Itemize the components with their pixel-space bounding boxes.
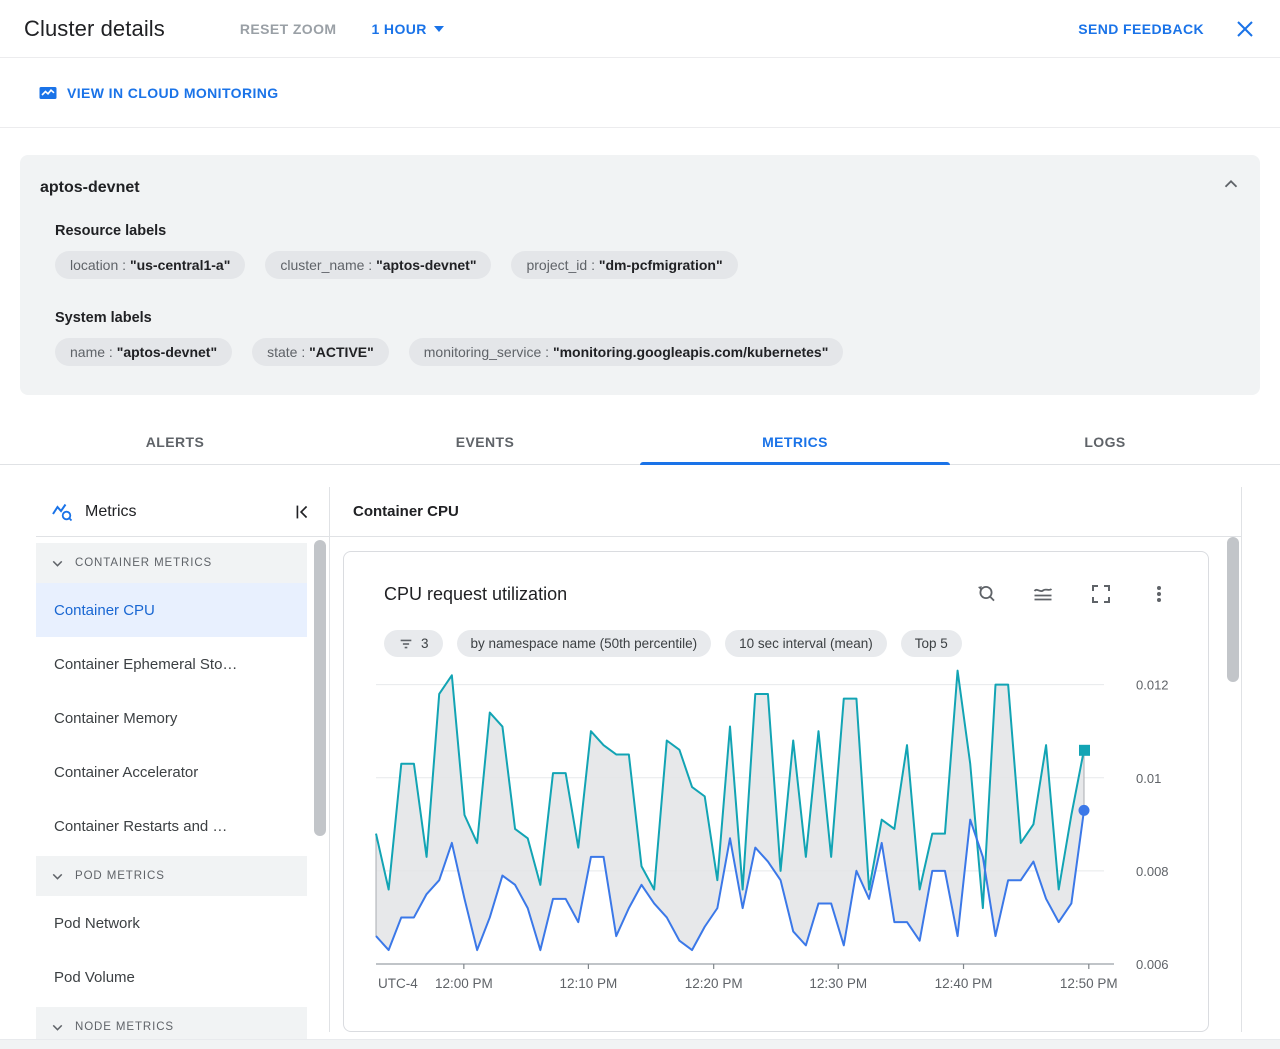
page-bottom-scrollbar[interactable] (0, 1039, 1280, 1049)
groupby-chip[interactable]: by namespace name (50th percentile) (456, 630, 712, 657)
filter-icon (400, 639, 412, 648)
reset-zoom-button[interactable]: RESET ZOOM (240, 21, 337, 37)
cluster-name: aptos-devnet (40, 179, 140, 196)
svg-text:UTC-4: UTC-4 (378, 976, 418, 991)
close-icon (1237, 20, 1253, 37)
sidebar-item-container-cpu[interactable]: Container CPU (36, 583, 307, 637)
metrics-content: Metrics CONTAINER METRICS Container CPU … (36, 487, 1242, 1047)
chart-card-header: CPU request utilization (384, 580, 1173, 608)
sidebar-title: Metrics (85, 502, 137, 520)
svg-text:12:30 PM: 12:30 PM (809, 976, 867, 991)
sidebar-item-pod-volume[interactable]: Pod Volume (36, 950, 307, 1004)
filter-count: 3 (421, 636, 429, 651)
send-feedback-button[interactable]: SEND FEEDBACK (1078, 21, 1204, 37)
section-label: CONTAINER METRICS (75, 557, 213, 569)
svg-text:12:50 PM: 12:50 PM (1060, 976, 1118, 991)
cluster-labels-card: aptos-devnet Resource labels location : … (20, 155, 1260, 395)
caret-down-icon (433, 25, 444, 32)
resource-labels-row: location : "us-central1-a" cluster_name … (55, 251, 738, 279)
main-scrollbar[interactable] (1227, 537, 1239, 682)
interval-chip[interactable]: 10 sec interval (mean) (725, 630, 887, 657)
sidebar-item-container-ephemeral-storage[interactable]: Container Ephemeral Sto… (36, 637, 307, 691)
tab-events[interactable]: EVENTS (330, 420, 640, 464)
svg-text:0.008: 0.008 (1136, 864, 1169, 879)
sidebar-scrollbar[interactable] (314, 540, 326, 836)
section-pod-metrics[interactable]: POD METRICS (36, 856, 307, 896)
metric-panel: Container CPU CPU request utilization 3 … (330, 487, 1242, 1032)
area-chart-icon (1033, 588, 1053, 601)
topbar: Cluster details RESET ZOOM 1 HOUR SEND F… (0, 0, 1280, 58)
close-button[interactable] (1234, 18, 1256, 40)
label-chip: location : "us-central1-a" (55, 251, 246, 279)
more-vert-icon (1157, 586, 1161, 602)
label-chip: project_id : "dm-pcfmigration" (511, 251, 738, 279)
section-container-metrics[interactable]: CONTAINER METRICS (36, 543, 307, 583)
zoom-reset-icon (978, 586, 995, 602)
collapse-panel-icon (296, 505, 308, 518)
top5-chip[interactable]: Top 5 (900, 630, 962, 657)
chart-card: CPU request utilization 3 by namespace n… (343, 551, 1209, 1032)
page-title: Cluster details (24, 15, 165, 41)
time-range-button[interactable]: 1 HOUR (371, 20, 444, 37)
metrics-sidebar: Metrics CONTAINER METRICS Container CPU … (36, 487, 330, 1047)
tab-logs[interactable]: LOGS (950, 420, 1260, 464)
resource-labels-title: Resource labels (55, 223, 167, 239)
chart-filter-chips: 3 by namespace name (50th percentile) 10… (384, 630, 962, 657)
label-chip: state : "ACTIVE" (252, 338, 389, 366)
label-chip: cluster_name : "aptos-devnet" (265, 251, 492, 279)
chevron-up-icon (1224, 179, 1238, 188)
svg-text:12:40 PM: 12:40 PM (935, 976, 993, 991)
collapse-sidebar-button[interactable] (289, 499, 315, 525)
chart-title: CPU request utilization (384, 583, 568, 604)
section-label: POD METRICS (75, 870, 165, 882)
zoom-reset-button[interactable] (971, 580, 999, 608)
fullscreen-button[interactable] (1087, 580, 1115, 608)
svg-text:0.006: 0.006 (1136, 957, 1169, 972)
tab-alerts[interactable]: ALERTS (20, 420, 330, 464)
svg-text:12:10 PM: 12:10 PM (560, 976, 618, 991)
label-chip: name : "aptos-devnet" (55, 338, 233, 366)
metric-panel-title: Container CPU (330, 487, 1241, 537)
sidebar-item-pod-network[interactable]: Pod Network (36, 896, 307, 950)
cluster-details-panel: Cluster details RESET ZOOM 1 HOUR SEND F… (0, 0, 1280, 1049)
section-label: NODE METRICS (75, 1021, 174, 1033)
chevron-down-icon (52, 873, 63, 880)
sidebar-item-container-accelerator[interactable]: Container Accelerator (36, 745, 307, 799)
more-options-button[interactable] (1145, 580, 1173, 608)
subbar: VIEW IN CLOUD MONITORING (0, 59, 1280, 128)
cpu-utilization-chart: 0.012 0.01 0.008 0.006 12:00 PM 12:10 PM 12:20… (375, 669, 1169, 991)
sidebar-list: CONTAINER METRICS Container CPU Containe… (36, 540, 307, 1047)
sidebar-item-container-restarts[interactable]: Container Restarts and … (36, 799, 307, 853)
svg-text:12:20 PM: 12:20 PM (685, 976, 743, 991)
collapse-card-button[interactable] (1218, 171, 1244, 197)
system-labels-row: name : "aptos-devnet" state : "ACTIVE" m… (55, 338, 844, 366)
view-in-cloud-monitoring-label: VIEW IN CLOUD MONITORING (67, 85, 279, 101)
label-chip: monitoring_service : "monitoring.googlea… (408, 338, 844, 366)
sidebar-header: Metrics (36, 487, 329, 537)
view-in-cloud-monitoring-link[interactable]: VIEW IN CLOUD MONITORING (38, 83, 279, 103)
monitoring-chart-icon (39, 87, 57, 99)
svg-text:0.01: 0.01 (1136, 771, 1161, 786)
chevron-down-icon (52, 560, 63, 567)
system-labels-title: System labels (55, 310, 152, 326)
tabs-bar: ALERTS EVENTS METRICS LOGS (0, 420, 1280, 465)
tab-metrics[interactable]: METRICS (640, 420, 950, 465)
fullscreen-icon (1092, 585, 1110, 603)
chart-mode-button[interactable] (1029, 580, 1057, 608)
metrics-explorer-icon (52, 503, 73, 521)
chart-toolbar (971, 580, 1173, 608)
svg-text:0.012: 0.012 (1136, 678, 1169, 693)
sidebar-item-container-memory[interactable]: Container Memory (36, 691, 307, 745)
time-range-label: 1 HOUR (371, 20, 427, 37)
chevron-down-icon (52, 1024, 63, 1031)
svg-text:12:00 PM: 12:00 PM (435, 976, 493, 991)
filter-count-chip[interactable]: 3 (384, 630, 443, 657)
